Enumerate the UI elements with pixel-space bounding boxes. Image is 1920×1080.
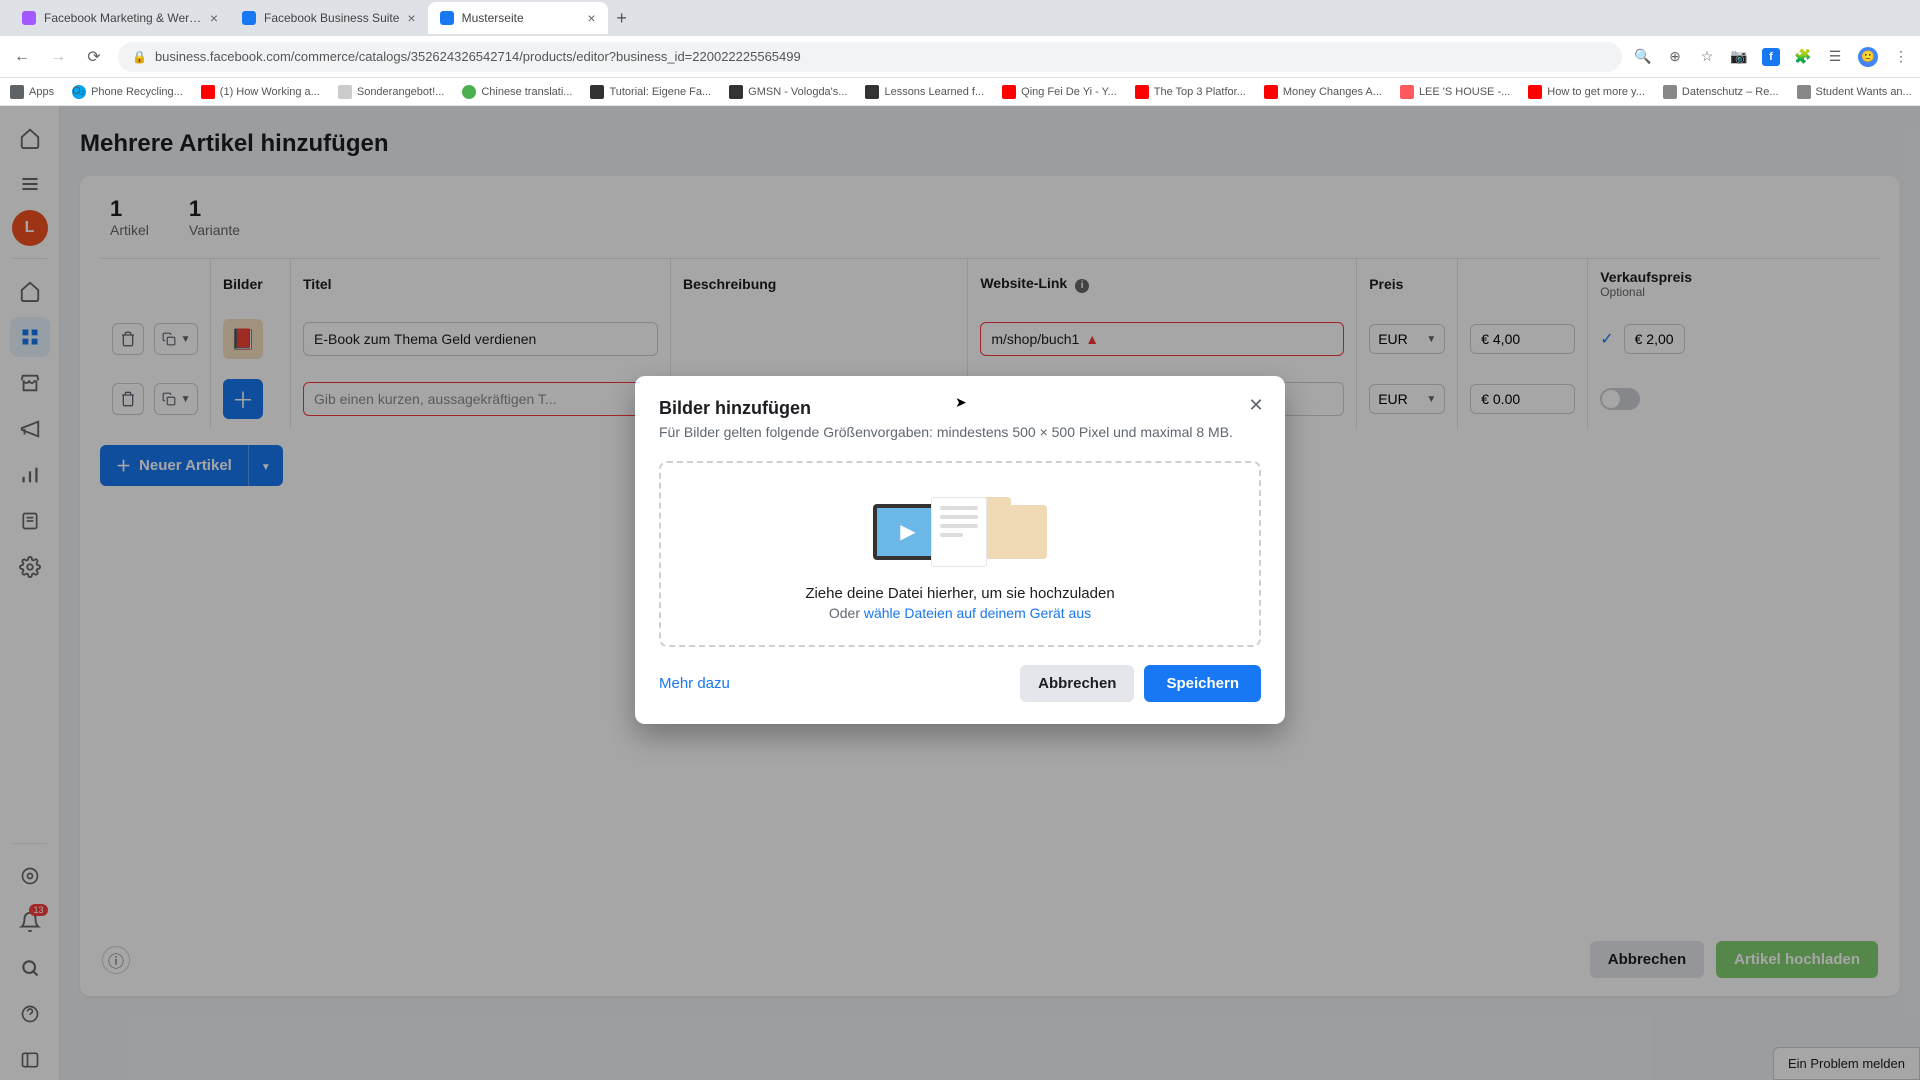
favicon-icon: [440, 11, 454, 25]
bookmark-item[interactable]: How to get more y...: [1528, 85, 1645, 99]
tab-title: Musterseite: [462, 11, 580, 25]
close-icon[interactable]: ×: [587, 10, 595, 26]
zoom-icon[interactable]: 🔍: [1634, 48, 1652, 66]
bookmark-item[interactable]: Qing Fei De Yi - Y...: [1002, 85, 1117, 99]
app: L 13 Mehrere Artikel hinzufügen 1 Artike…: [0, 106, 1920, 1080]
bookmark-item[interactable]: Datenschutz – Re...: [1663, 85, 1779, 99]
url-text: business.facebook.com/commerce/catalogs/…: [155, 49, 801, 64]
tab-title: Facebook Marketing & Werbea...: [44, 11, 202, 25]
cursor-icon: ➤: [955, 394, 967, 411]
browser-tab[interactable]: Facebook Marketing & Werbea... ×: [10, 2, 230, 34]
bookmark-item[interactable]: (1) How Working a...: [201, 85, 320, 99]
forward-button[interactable]: →: [46, 48, 70, 66]
fb-extension-icon[interactable]: f: [1762, 48, 1780, 66]
menu-icon[interactable]: ⋮: [1892, 48, 1910, 66]
url-field[interactable]: 🔒 business.facebook.com/commerce/catalog…: [118, 42, 1622, 72]
bookmark-item[interactable]: GMSN - Vologda's...: [729, 85, 847, 99]
list-icon[interactable]: ☰: [1826, 48, 1844, 66]
star-icon[interactable]: ☆: [1698, 48, 1716, 66]
learn-more-link[interactable]: Mehr dazu: [659, 675, 730, 692]
close-icon[interactable]: ×: [407, 10, 415, 26]
back-button[interactable]: ←: [10, 48, 34, 66]
address-bar: ← → ⟳ 🔒 business.facebook.com/commerce/c…: [0, 36, 1920, 78]
tab-title: Facebook Business Suite: [264, 11, 399, 25]
bookmark-item[interactable]: Tutorial: Eigene Fa...: [590, 85, 711, 99]
modal-save-button[interactable]: Speichern: [1144, 665, 1261, 702]
bookmark-item[interactable]: Chinese translati...: [462, 85, 572, 99]
bookmark-item[interactable]: Lessons Learned f...: [865, 85, 984, 99]
bookmark-item[interactable]: LEE 'S HOUSE -...: [1400, 85, 1510, 99]
bookmark-item[interactable]: Money Changes A...: [1264, 85, 1382, 99]
profile-avatar[interactable]: 🙂: [1858, 47, 1878, 67]
new-tab-button[interactable]: +: [608, 8, 636, 29]
bookmarks-bar: Apps O₂Phone Recycling... (1) How Workin…: [0, 78, 1920, 106]
dropzone-illustration: ▶: [681, 493, 1239, 571]
modal-overlay[interactable]: ✕ Bilder hinzufügen Für Bilder gelten fo…: [0, 106, 1920, 1080]
document-illustration-icon: [931, 497, 987, 567]
choose-files-link[interactable]: wähle Dateien auf deinem Gerät aus: [864, 605, 1091, 621]
dropzone[interactable]: ▶ Ziehe deine Datei hierher, um sie hoch…: [659, 461, 1261, 647]
favicon-icon: [22, 11, 36, 25]
dropzone-subtext: Oder wähle Dateien auf deinem Gerät aus: [681, 605, 1239, 621]
dropzone-text: Ziehe deine Datei hierher, um sie hochzu…: [681, 585, 1239, 602]
translate-icon[interactable]: ⊕: [1666, 48, 1684, 66]
bookmark-item[interactable]: Student Wants an...: [1797, 85, 1912, 99]
modal-footer: Mehr dazu Abbrechen Speichern: [659, 665, 1261, 702]
cam-icon[interactable]: 📷: [1730, 48, 1748, 66]
modal-subtitle: Für Bilder gelten folgende Größenvorgabe…: [659, 423, 1261, 443]
apps-button[interactable]: Apps: [10, 85, 54, 99]
modal-cancel-button[interactable]: Abbrechen: [1020, 665, 1134, 702]
bookmark-item[interactable]: Sonderangebot!...: [338, 85, 444, 99]
browser-tab-active[interactable]: Musterseite ×: [428, 2, 608, 34]
favicon-icon: [242, 11, 256, 25]
close-icon[interactable]: ×: [210, 10, 218, 26]
bookmark-item[interactable]: The Top 3 Platfor...: [1135, 85, 1246, 99]
browser-chrome: Facebook Marketing & Werbea... × Faceboo…: [0, 0, 1920, 78]
addr-icons: 🔍 ⊕ ☆ 📷 f 🧩 ☰ 🙂 ⋮: [1634, 47, 1910, 67]
modal-close-button[interactable]: ✕: [1241, 390, 1271, 420]
puzzle-icon[interactable]: 🧩: [1794, 48, 1812, 66]
reload-button[interactable]: ⟳: [82, 47, 106, 67]
add-images-modal: ✕ Bilder hinzufügen Für Bilder gelten fo…: [635, 376, 1285, 724]
lock-icon: 🔒: [132, 50, 147, 64]
tab-bar: Facebook Marketing & Werbea... × Faceboo…: [0, 0, 1920, 36]
browser-tab[interactable]: Facebook Business Suite ×: [230, 2, 428, 34]
bookmark-item[interactable]: O₂Phone Recycling...: [72, 85, 183, 99]
